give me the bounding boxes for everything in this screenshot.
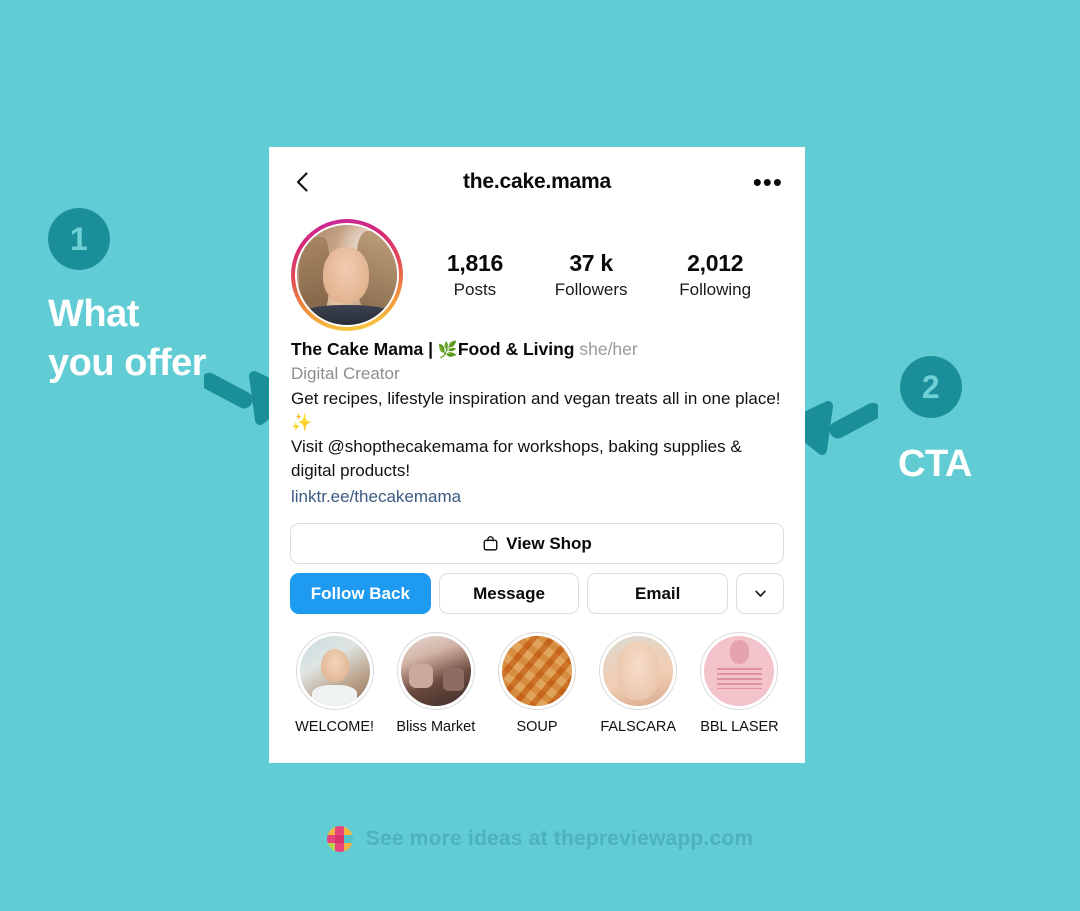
highlight-item[interactable]: SOUP [489,632,584,735]
view-shop-label: View Shop [506,533,592,553]
highlight-thumbnail [299,636,370,707]
highlight-item[interactable]: WELCOME! [287,632,382,735]
profile-header: 1,816 Posts 37 k Followers 2,012 Followi… [269,219,805,331]
ellipsis-icon[interactable]: ••• [753,169,783,195]
bio-line-1: Get recipes, lifestyle inspiration and v… [291,389,781,433]
stat-followers-value: 37 k [569,250,613,276]
bio-category: Digital Creator [291,364,400,384]
stat-following-value: 2,012 [687,250,744,276]
bio-display-name-head: The Cake Mama | [291,339,438,359]
stat-followers[interactable]: 37 k Followers [555,250,628,300]
highlight-ring [295,632,374,711]
avatar[interactable] [295,223,399,327]
highlight-label: FALSCARA [600,719,677,736]
profile-bio: The Cake Mama | 🌿Food & Living she/her D… [269,331,805,509]
highlight-thumbnail [603,636,674,707]
profile-username: the.cake.mama [463,170,611,193]
annotation-badge-1: 1 [48,208,110,270]
follow-back-button[interactable]: Follow Back [290,573,431,615]
stat-posts-label: Posts [453,280,497,299]
profile-actions: View Shop Follow Back Message Email [269,509,805,615]
stat-posts[interactable]: 1,816 Posts [447,250,503,300]
highlight-label: SOUP [516,719,558,736]
highlight-thumbnail [502,636,572,707]
annotation-badge-2: 2 [900,356,962,418]
chevron-left-icon[interactable] [291,170,315,194]
avatar-story-ring[interactable] [291,219,403,331]
stat-following[interactable]: 2,012 Following [679,250,751,300]
stat-following-label: Following [679,280,752,299]
story-highlights: WELCOME! Bliss Market SOUP FALSCARA BBL … [269,614,805,735]
stat-posts-value: 1,816 [446,250,503,276]
highlight-ring [498,632,576,711]
bio-line-2: Visit @shopthecakemama for workshops, ba… [291,437,742,481]
view-shop-button[interactable]: View Shop [290,523,784,565]
profile-topbar: the.cake.mama ••• [269,147,805,217]
instagram-profile-card: the.cake.mama ••• 1,816 Posts 37 k Follo… [269,147,805,763]
highlight-item[interactable]: Bliss Market [388,632,483,735]
profile-action-row: Follow Back Message Email [290,573,785,615]
highlight-item[interactable]: BBL LASER [692,632,787,735]
highlight-item[interactable]: FALSCARA [591,632,686,735]
chevron-down-icon [754,590,766,597]
highlight-label: Bliss Market [396,719,476,736]
footer-text: See more ideas at thepreviewapp.com [365,827,754,850]
message-button[interactable]: Message [438,573,580,615]
annotation-callout-1: 1 What you offer [48,208,278,387]
highlight-ring [396,632,475,711]
footer: See more ideas at thepreviewapp.com [0,826,1080,852]
annotation-label-1-line1: What [48,293,139,335]
email-button[interactable]: Email [587,573,729,615]
highlight-thumbnail [400,636,471,707]
profile-stats: 1,816 Posts 37 k Followers 2,012 Followi… [403,250,783,300]
annotation-callout-2: 2 CTA [898,356,1068,489]
bio-display-name: The Cake Mama | 🌿Food & Living she/her [291,337,783,362]
leaf-emoji-icon: 🌿 [437,342,458,359]
bio-pronouns: she/her [579,339,638,359]
highlight-label: BBL LASER [700,719,779,736]
highlight-ring [700,632,779,711]
annotation-label-2: CTA [898,443,972,485]
highlight-label: WELCOME! [295,719,375,736]
highlight-thumbnail [704,636,775,707]
more-actions-button[interactable] [736,573,785,615]
bio-display-name-tail: Food & Living [457,339,575,359]
stat-followers-label: Followers [554,280,628,299]
shopping-bag-icon [483,536,498,551]
preview-app-logo-icon [326,826,353,852]
highlight-ring [599,632,678,711]
bio-external-link[interactable]: linktr.ee/thecakemama [291,484,783,510]
